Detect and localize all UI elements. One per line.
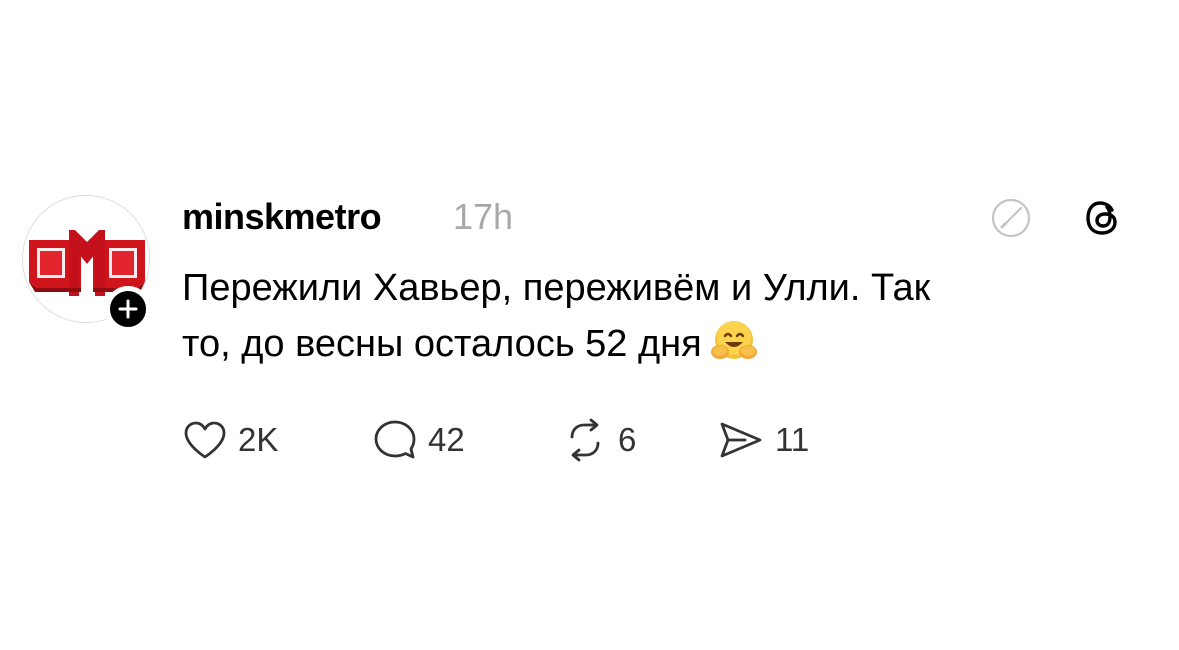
hugging-face-emoji-icon — [708, 318, 760, 380]
send-icon — [720, 422, 762, 458]
username-link[interactable]: minskmetro — [182, 196, 382, 238]
follow-button[interactable] — [105, 286, 151, 332]
like-button[interactable]: 2K — [182, 415, 278, 465]
edit-icon — [989, 196, 1033, 240]
plus-icon — [118, 299, 138, 319]
heart-icon — [184, 421, 226, 459]
comment-icon — [374, 420, 416, 459]
threads-logo-icon[interactable] — [1081, 196, 1125, 240]
repost-icon — [570, 418, 600, 462]
reply-count: 42 — [428, 421, 465, 458]
threads-post: minskmetro 17h Пережили Хавьер, переживё… — [0, 0, 1179, 650]
share-count: 11 — [775, 421, 810, 458]
post-timestamp: 17h — [453, 196, 514, 237]
post-text: Пережили Хавьер, переживём и Улли. Так т… — [182, 260, 1122, 380]
like-count: 2K — [238, 421, 279, 458]
share-button[interactable]: 11 — [717, 415, 809, 465]
reply-button[interactable]: 42 — [372, 415, 465, 465]
repost-count: 6 — [618, 421, 637, 458]
post-text-line-2: то, до весны осталось 52 дня — [182, 323, 702, 365]
repost-button[interactable]: 6 — [562, 415, 636, 465]
post-text-line-1: Пережили Хавьер, переживём и Улли. Так — [182, 267, 931, 309]
